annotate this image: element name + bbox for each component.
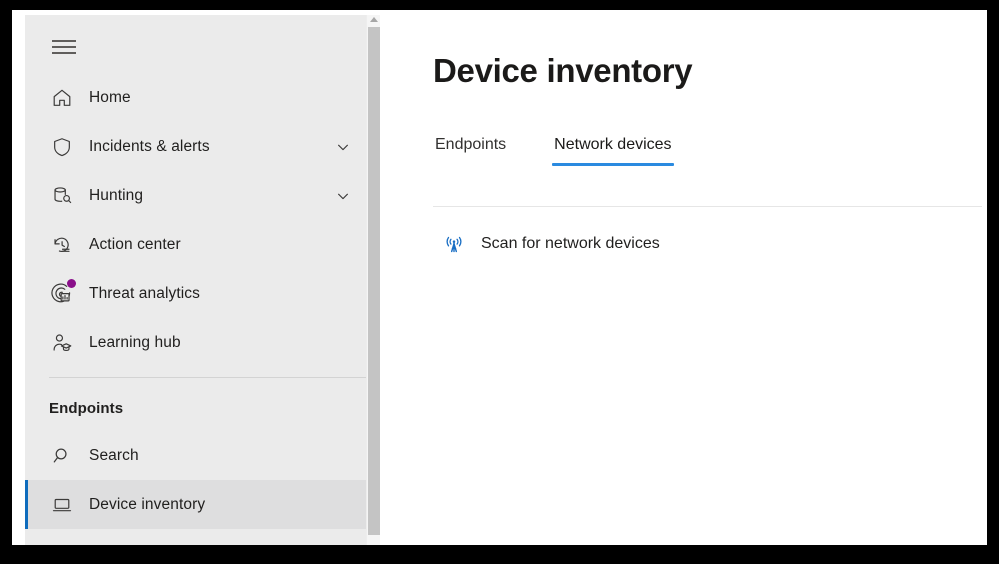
chevron-down-icon[interactable]	[336, 189, 350, 203]
content-divider	[433, 206, 982, 207]
threat-analytics-icon	[49, 278, 76, 307]
tab-network-devices[interactable]: Network devices	[552, 132, 674, 166]
sidebar-item-threat-analytics[interactable]: Threat analytics	[25, 269, 380, 318]
scrollbar-thumb[interactable]	[368, 27, 380, 535]
notification-badge-dot	[67, 278, 76, 288]
sidebar-item-label: Learning hub	[89, 333, 181, 351]
sidebar-item-incidents-and-alerts[interactable]: Incidents & alerts	[25, 122, 380, 171]
tab-label: Endpoints	[435, 136, 507, 153]
graduate-person-icon	[49, 330, 75, 356]
shield-icon	[49, 134, 75, 160]
scan-action-label: Scan for network devices	[481, 235, 660, 252]
sidebar-item-label: Hunting	[89, 186, 144, 204]
sidebar-item-action-center[interactable]: Action center	[25, 220, 380, 269]
hamburger-menu-icon[interactable]	[49, 35, 79, 59]
tab-label: Network devices	[554, 136, 672, 153]
sidebar-item-learning-hub[interactable]: Learning hub	[25, 318, 380, 367]
sidebar-item-search[interactable]: Search	[25, 431, 380, 480]
sidebar-item-label: Search	[89, 446, 139, 464]
tab-endpoints[interactable]: Endpoints	[433, 132, 508, 166]
sidebar-nav-list: Home Incidents & alerts Hunting Action c…	[25, 73, 380, 529]
main-content: Device inventory Endpoints Network devic…	[380, 10, 987, 545]
browser-page: Home Incidents & alerts Hunting Action c…	[12, 10, 987, 545]
sidebar-item-device-inventory[interactable]: Device inventory	[25, 480, 380, 529]
sidebar-item-label: Action center	[89, 235, 181, 253]
sidebar-item-label: Incidents & alerts	[89, 137, 210, 155]
database-search-icon	[49, 183, 75, 209]
scan-for-network-devices-button[interactable]: Scan for network devices	[436, 226, 668, 262]
scroll-up-arrow-icon[interactable]	[369, 17, 378, 22]
sidebar-item-label: Home	[89, 88, 131, 106]
navigation-sidebar: Home Incidents & alerts Hunting Action c…	[25, 15, 380, 545]
chevron-down-icon[interactable]	[336, 140, 350, 154]
sidebar-scrollbar[interactable]	[366, 15, 380, 545]
screenshot-frame: Home Incidents & alerts Hunting Action c…	[0, 0, 999, 564]
search-icon	[49, 443, 75, 469]
sidebar-item-home[interactable]: Home	[25, 73, 380, 122]
history-clock-icon	[49, 232, 75, 258]
sidebar-item-hunting[interactable]: Hunting	[25, 171, 380, 220]
home-icon	[49, 85, 75, 111]
broadcast-tower-icon	[442, 232, 466, 256]
page-title: Device inventory	[433, 52, 693, 89]
laptop-icon	[49, 492, 75, 518]
tab-bar: Endpoints Network devices	[433, 132, 718, 166]
sidebar-item-label: Threat analytics	[89, 284, 201, 302]
sidebar-section-title-endpoints: Endpoints	[49, 400, 124, 417]
hamburger-bar-2	[52, 46, 76, 48]
hamburger-bar-3	[52, 52, 76, 54]
sidebar-item-label: Device inventory	[89, 495, 206, 513]
hamburger-bar-1	[52, 40, 76, 42]
